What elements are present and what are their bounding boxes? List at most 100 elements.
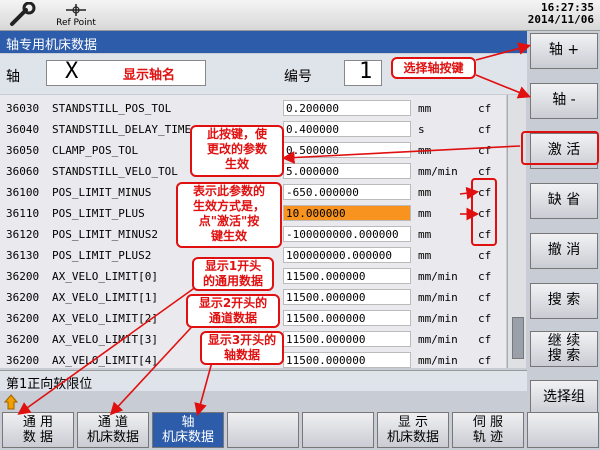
param-value-field[interactable]: 0.200000 <box>283 100 411 116</box>
vertical-softkey-bar: 轴 + 轴 -激 活缺 省撤 消搜 索继 续 搜 索选择组 <box>528 31 600 416</box>
status-bar: 第1正向软限位 <box>0 370 527 392</box>
softkey-label: 通 用 数 据 <box>22 415 54 445</box>
param-id: 36200 <box>6 333 40 346</box>
axis-value: X <box>65 59 79 84</box>
param-effect: cf <box>478 102 492 115</box>
param-effect: cf <box>478 291 492 304</box>
param-unit: mm/min <box>418 312 458 325</box>
param-id: 36060 <box>6 165 40 178</box>
param-name: AX_VELO_LIMIT[1] <box>52 291 158 304</box>
param-value-field[interactable]: 0.400000 <box>283 121 411 137</box>
param-effect: cf <box>478 270 492 283</box>
number-label: 编号 <box>284 69 312 85</box>
param-name: AX_VELO_LIMIT[2] <box>52 312 158 325</box>
param-value-field[interactable]: 5.000000 <box>283 163 411 179</box>
channel-data-button[interactable]: 通 道 机床数据 <box>77 412 149 448</box>
param-effect: cf <box>478 144 492 157</box>
note-channel-data: 显示2开头的 通道数据 <box>186 294 280 328</box>
param-value-field[interactable]: 0.500000 <box>283 142 411 158</box>
effect-column-highlight <box>471 178 497 246</box>
number-field[interactable]: 1 <box>344 59 382 86</box>
param-name: POS_LIMIT_PLUS <box>52 207 145 220</box>
empty-softkey-5[interactable] <box>302 412 374 448</box>
param-value-field[interactable]: 10.000000 <box>283 205 411 221</box>
ref-point-button[interactable]: Ref Point <box>50 2 102 28</box>
ref-point-label: Ref Point <box>56 18 96 28</box>
horizontal-softkey-bar: 通 用 数 据 通 道 机床数据轴 机床数据 显 示 机床数据 伺 服 轨 迹 <box>0 412 600 450</box>
display-data-button[interactable]: 显 示 机床数据 <box>377 412 449 448</box>
param-unit: mm <box>418 144 432 157</box>
param-unit: mm <box>418 186 432 199</box>
empty-softkey-8[interactable] <box>527 412 599 448</box>
param-id: 36110 <box>6 207 40 220</box>
param-id: 36040 <box>6 123 40 136</box>
param-name: POS_LIMIT_MINUS <box>52 186 152 199</box>
axis-data-button[interactable]: 轴 机床数据 <box>152 412 224 448</box>
param-name: AX_VELO_LIMIT[0] <box>52 270 158 283</box>
servo-trace-button[interactable]: 伺 服 轨 迹 <box>452 412 524 448</box>
note-general-data: 显示1开头 的通用数据 <box>192 257 274 291</box>
scrollbar-thumb[interactable] <box>512 317 524 359</box>
top-bar: Ref Point 16:27:35 2014/11/06 <box>0 0 600 31</box>
param-value-field[interactable]: 11500.000000 <box>283 310 411 326</box>
softkey-label: 显 示 机床数据 <box>386 415 439 445</box>
axis-minus-button[interactable]: 轴 - <box>530 83 598 119</box>
title-bar: 轴专用机床数据 <box>0 31 527 53</box>
param-value-field[interactable]: 100000000.000000 <box>283 247 411 263</box>
param-id: 36200 <box>6 291 40 304</box>
param-value-field[interactable]: 11500.000000 <box>283 289 411 305</box>
select-group-button[interactable]: 选择组 <box>530 380 598 416</box>
param-unit: mm/min <box>418 354 458 367</box>
number-value: 1 <box>359 59 373 84</box>
param-effect: cf <box>478 333 492 346</box>
undo-button[interactable]: 撤 消 <box>530 233 598 269</box>
continue-search-button[interactable]: 继 续 搜 索 <box>530 331 598 367</box>
param-value-field[interactable]: 11500.000000 <box>283 331 411 347</box>
param-id: 36200 <box>6 354 40 367</box>
param-value-field[interactable]: 11500.000000 <box>283 352 411 368</box>
empty-softkey-4[interactable] <box>227 412 299 448</box>
softkey-label: 继 续 搜 索 <box>547 333 581 364</box>
softkey-label: 轴 机床数据 <box>161 415 214 445</box>
default-button[interactable]: 缺 省 <box>530 183 598 219</box>
param-effect: cf <box>478 249 492 262</box>
param-name: STANDSTILL_POS_TOL <box>52 102 172 115</box>
table-row[interactable]: 36030 STANDSTILL_POS_TOL 0.200000 mm cf <box>0 98 506 119</box>
general-data-button[interactable]: 通 用 数 据 <box>2 412 74 448</box>
param-name: AX_VELO_LIMIT[3] <box>52 333 158 346</box>
param-unit: mm <box>418 207 432 220</box>
param-name: POS_LIMIT_MINUS2 <box>52 228 158 241</box>
activate-highlight <box>521 131 599 165</box>
param-id: 36200 <box>6 312 40 325</box>
note-activate: 此按键，使 更改的参数 生效 <box>190 125 284 177</box>
param-value-field[interactable]: -100000000.000000 <box>283 226 411 242</box>
up-arrow-icon <box>3 394 19 410</box>
softkey-label: 缺 省 <box>547 192 581 208</box>
softkey-label: 轴 - <box>552 92 576 108</box>
param-id: 36130 <box>6 249 40 262</box>
param-unit: mm/min <box>418 291 458 304</box>
axis-plus-button[interactable]: 轴 + <box>530 33 598 69</box>
axis-selector[interactable]: X 显示轴名 <box>46 59 206 86</box>
param-name: POS_LIMIT_PLUS2 <box>52 249 152 262</box>
param-id: 36050 <box>6 144 40 157</box>
param-name: STANDSTILL_VELO_TOL <box>52 165 178 178</box>
date-text: 2014/11/06 <box>527 13 594 26</box>
param-name: CLAMP_POS_TOL <box>52 144 139 157</box>
search-button[interactable]: 搜 索 <box>530 283 598 319</box>
note-effect-mode: 表示此参数的 生效方式是， 点"激活"按 键生效 <box>176 182 282 248</box>
param-unit: mm/min <box>418 333 458 346</box>
param-value-field[interactable]: -650.000000 <box>283 184 411 200</box>
param-name: STANDSTILL_DELAY_TIME <box>52 123 192 136</box>
softkey-label: 轴 + <box>548 42 580 58</box>
param-id: 36200 <box>6 270 40 283</box>
param-unit: mm/min <box>418 165 458 178</box>
softkey-label: 伺 服 轨 迹 <box>472 415 504 445</box>
ref-point-icon <box>66 4 86 16</box>
status-text: 第1正向软限位 <box>6 377 93 392</box>
wrench-icon[interactable] <box>6 1 42 28</box>
param-value-field[interactable]: 11500.000000 <box>283 268 411 284</box>
param-unit: mm/min <box>418 270 458 283</box>
param-effect: cf <box>478 165 492 178</box>
param-id: 36030 <box>6 102 40 115</box>
